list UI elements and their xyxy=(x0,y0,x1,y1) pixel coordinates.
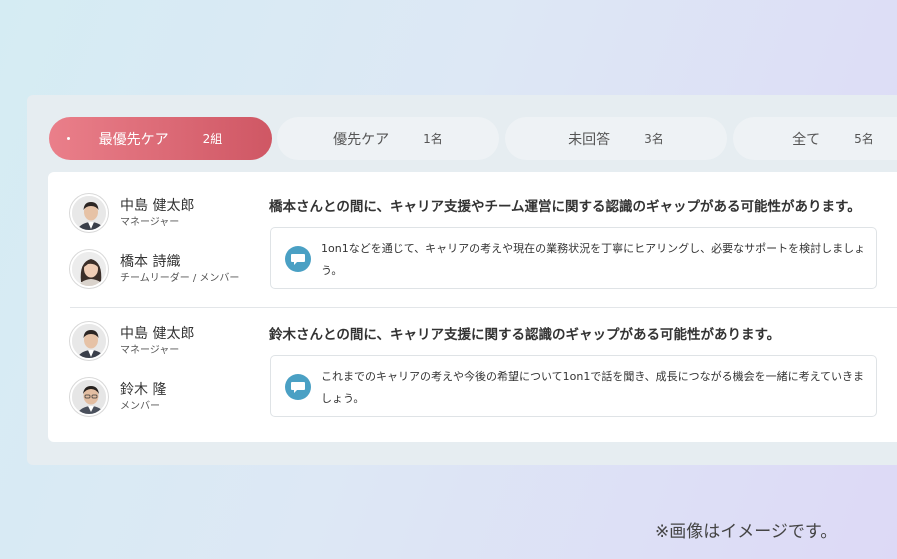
advice-box: 1on1などを通じて、キャリアの考えや現在の業務状況を丁寧にヒアリングし、必要な… xyxy=(270,227,877,289)
tab-count: 2組 xyxy=(202,132,223,146)
active-dot-icon xyxy=(67,137,70,140)
tab-all[interactable]: 全て 5名 xyxy=(733,117,897,160)
gap-headline: 鈴木さんとの間に、キャリア支援に関する認識のギャップがある可能性があります。 xyxy=(269,327,781,343)
person-photo-icon xyxy=(70,322,108,360)
chat-bubble-icon xyxy=(285,246,311,272)
person-member[interactable]: 鈴木 隆 メンバー xyxy=(70,378,166,416)
person-member[interactable]: 橋本 詩織 チームリーダー / メンバー xyxy=(70,250,239,288)
tab-label: 優先ケア xyxy=(333,131,390,148)
tab-count: 1名 xyxy=(423,132,443,146)
person-name: 中島 健太郎 xyxy=(120,197,195,214)
tab-unanswered[interactable]: 未回答 3名 xyxy=(505,117,727,160)
chat-bubble-icon xyxy=(285,374,311,400)
tab-label: 最優先ケア xyxy=(98,131,169,148)
tab-top-priority[interactable]: 最優先ケア 2組 xyxy=(49,117,272,160)
gap-headline: 橋本さんとの間に、キャリア支援やチーム運営に関する認識のギャップがある可能性があ… xyxy=(269,199,861,215)
tab-priority[interactable]: 優先ケア 1名 xyxy=(277,117,499,160)
pair-divider xyxy=(70,307,897,308)
person-photo-icon xyxy=(70,194,108,232)
person-photo-icon xyxy=(70,378,108,416)
person-photo-icon xyxy=(70,250,108,288)
tab-count: 5名 xyxy=(854,132,874,146)
care-panel: 最優先ケア 2組 優先ケア 1名 未回答 3名 全て 5名 中島 健太郎 マネー… xyxy=(27,95,897,465)
care-list-card: 中島 健太郎 マネージャー 橋本 詩織 チームリーダー / メンバー 橋本さんと… xyxy=(48,172,897,442)
person-name: 中島 健太郎 xyxy=(120,325,195,342)
person-role: メンバー xyxy=(120,400,160,412)
advice-box: これまでのキャリアの考えや今後の希望について1on1で話を聞き、成長につながる機… xyxy=(270,355,877,417)
tab-label: 全て xyxy=(792,131,821,148)
person-manager[interactable]: 中島 健太郎 マネージャー xyxy=(70,194,194,232)
screenshot-frame: 最優先ケア 2組 優先ケア 1名 未回答 3名 全て 5名 中島 健太郎 マネー… xyxy=(0,0,897,559)
person-role: マネージャー xyxy=(120,216,180,228)
person-role: マネージャー xyxy=(120,344,180,356)
advice-text: 1on1などを通じて、キャリアの考えや現在の業務状況を丁寧にヒアリングし、必要な… xyxy=(321,242,866,277)
tab-label: 未回答 xyxy=(568,131,611,148)
advice-text: これまでのキャリアの考えや今後の希望について1on1で話を聞き、成長につながる機… xyxy=(321,370,865,405)
person-role: チームリーダー / メンバー xyxy=(120,272,240,284)
person-name: 鈴木 隆 xyxy=(120,381,167,398)
tab-count: 3名 xyxy=(644,132,664,146)
person-manager[interactable]: 中島 健太郎 マネージャー xyxy=(70,322,194,360)
person-name: 橋本 詩織 xyxy=(120,253,181,270)
tab-bar: 最優先ケア 2組 優先ケア 1名 未回答 3名 全て 5名 xyxy=(49,117,897,160)
disclaimer-note: ※画像はイメージです。 xyxy=(655,522,838,542)
